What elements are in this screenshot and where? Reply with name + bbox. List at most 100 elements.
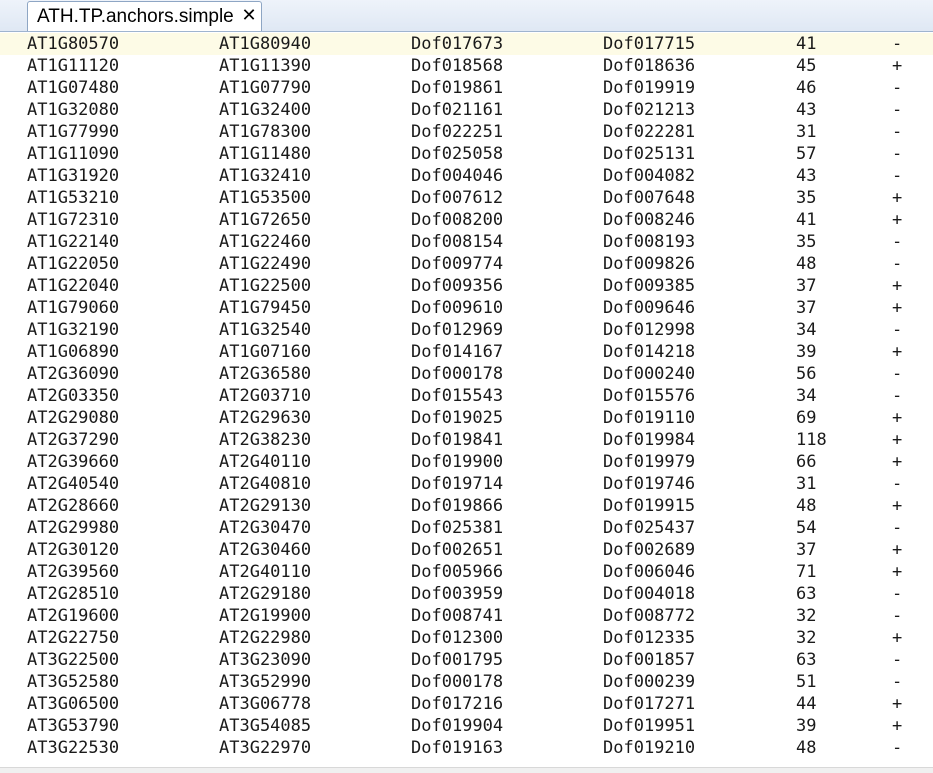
- gene-start-cell: AT2G29080: [27, 408, 120, 428]
- gene-end-cell: AT1G32410: [219, 166, 312, 186]
- anchor-start-cell: Dof021161: [411, 100, 504, 120]
- count-cell: 44: [796, 694, 817, 714]
- strand-cell: +: [892, 496, 903, 516]
- gene-end-cell: AT2G40810: [219, 474, 312, 494]
- table-row: AT2G39560 AT2G40110 Dof005966 Dof006046 71 +: [0, 561, 933, 583]
- count-cell: 66: [796, 452, 817, 472]
- anchor-start-cell: Dof019841: [411, 430, 504, 450]
- table-row: AT1G72310 AT1G72650 Dof008200 Dof008246 41 +: [0, 209, 933, 231]
- anchor-start-cell: Dof017216: [411, 694, 504, 714]
- gene-start-cell: AT1G77990: [27, 122, 120, 142]
- count-cell: 54: [796, 518, 817, 538]
- gene-end-cell: AT1G79450: [219, 298, 312, 318]
- table-row: AT1G79060 AT1G79450 Dof009610 Dof009646 37 +: [0, 297, 933, 319]
- anchor-start-cell: Dof019714: [411, 474, 504, 494]
- anchor-end-cell: Dof018636: [603, 56, 696, 76]
- count-cell: 48: [796, 254, 817, 274]
- anchor-start-cell: Dof003959: [411, 584, 504, 604]
- anchor-start-cell: Dof004046: [411, 166, 504, 186]
- anchor-start-cell: Dof009610: [411, 298, 504, 318]
- anchor-end-cell: Dof022281: [603, 122, 696, 142]
- count-cell: 34: [796, 386, 817, 406]
- anchor-start-cell: Dof014167: [411, 342, 504, 362]
- count-cell: 39: [796, 716, 817, 736]
- anchor-end-cell: Dof008193: [603, 232, 696, 252]
- count-cell: 43: [796, 100, 817, 120]
- strand-cell: -: [892, 364, 903, 384]
- count-cell: 48: [796, 496, 817, 516]
- gene-start-cell: AT2G28660: [27, 496, 120, 516]
- table-row: AT2G36090 AT2G36580 Dof000178 Dof000240 56 -: [0, 363, 933, 385]
- gene-end-cell: AT1G22490: [219, 254, 312, 274]
- gene-start-cell: AT1G22050: [27, 254, 120, 274]
- gene-start-cell: AT2G36090: [27, 364, 120, 384]
- strand-cell: -: [892, 474, 903, 494]
- anchor-start-cell: Dof012300: [411, 628, 504, 648]
- strand-cell: -: [892, 100, 903, 120]
- anchor-end-cell: Dof012998: [603, 320, 696, 340]
- gene-end-cell: AT1G32400: [219, 100, 312, 120]
- gene-end-cell: AT3G52990: [219, 672, 312, 692]
- anchor-end-cell: Dof000239: [603, 672, 696, 692]
- anchor-end-cell: Dof019110: [603, 408, 696, 428]
- table-row: AT1G32080 AT1G32400 Dof021161 Dof021213 43 -: [0, 99, 933, 121]
- table-row: AT2G03350 AT2G03710 Dof015543 Dof015576 34 -: [0, 385, 933, 407]
- gene-start-cell: AT1G72310: [27, 210, 120, 230]
- strand-cell: -: [892, 122, 903, 142]
- gene-start-cell: AT2G29980: [27, 518, 120, 538]
- strand-cell: -: [892, 650, 903, 670]
- count-cell: 31: [796, 122, 817, 142]
- anchor-end-cell: Dof009385: [603, 276, 696, 296]
- gene-start-cell: AT2G22750: [27, 628, 120, 648]
- table-row: AT3G22530 AT3G22970 Dof019163 Dof019210 48 -: [0, 737, 933, 759]
- strand-cell: +: [892, 452, 903, 472]
- anchor-start-cell: Dof012969: [411, 320, 504, 340]
- gene-start-cell: AT3G22530: [27, 738, 120, 758]
- anchor-start-cell: Dof005966: [411, 562, 504, 582]
- gene-end-cell: AT1G11480: [219, 144, 312, 164]
- count-cell: 51: [796, 672, 817, 692]
- anchor-start-cell: Dof019866: [411, 496, 504, 516]
- anchor-start-cell: Dof025058: [411, 144, 504, 164]
- table-row: AT1G11090 AT1G11480 Dof025058 Dof025131 57 -: [0, 143, 933, 165]
- gene-end-cell: AT2G30460: [219, 540, 312, 560]
- strand-cell: +: [892, 430, 903, 450]
- table-row: AT1G07480 AT1G07790 Dof019861 Dof019919 46 -: [0, 77, 933, 99]
- anchor-end-cell: Dof008246: [603, 210, 696, 230]
- anchor-start-cell: Dof000178: [411, 364, 504, 384]
- count-cell: 48: [796, 738, 817, 758]
- strand-cell: -: [892, 606, 903, 626]
- table-row: AT2G30120 AT2G30460 Dof002651 Dof002689 37 +: [0, 539, 933, 561]
- gene-end-cell: AT2G36580: [219, 364, 312, 384]
- count-cell: 34: [796, 320, 817, 340]
- table-row: AT2G29080 AT2G29630 Dof019025 Dof019110 69 +: [0, 407, 933, 429]
- anchor-start-cell: Dof015543: [411, 386, 504, 406]
- tab-file[interactable]: ATH.TP.anchors.simple ✕: [27, 1, 262, 31]
- strand-cell: -: [892, 78, 903, 98]
- anchor-end-cell: Dof000240: [603, 364, 696, 384]
- anchor-start-cell: Dof025381: [411, 518, 504, 538]
- anchor-end-cell: Dof004082: [603, 166, 696, 186]
- close-icon[interactable]: ✕: [240, 6, 258, 26]
- strand-cell: +: [892, 716, 903, 736]
- gene-start-cell: AT2G03350: [27, 386, 120, 406]
- anchor-end-cell: Dof007648: [603, 188, 696, 208]
- anchor-end-cell: Dof006046: [603, 562, 696, 582]
- strand-cell: +: [892, 562, 903, 582]
- anchor-end-cell: Dof017271: [603, 694, 696, 714]
- gene-end-cell: AT2G29630: [219, 408, 312, 428]
- table-row: AT1G77990 AT1G78300 Dof022251 Dof022281 31 -: [0, 121, 933, 143]
- anchor-start-cell: Dof017673: [411, 34, 504, 54]
- horizontal-scrollbar[interactable]: [0, 767, 933, 773]
- anchor-end-cell: Dof021213: [603, 100, 696, 120]
- table-row: AT3G06500 AT3G06778 Dof017216 Dof017271 44 +: [0, 693, 933, 715]
- strand-cell: -: [892, 518, 903, 538]
- table-row: AT2G29980 AT2G30470 Dof025381 Dof025437 54 -: [0, 517, 933, 539]
- table-row: AT3G53790 AT3G54085 Dof019904 Dof019951 39 +: [0, 715, 933, 737]
- text-editor[interactable]: AT1G80570 AT1G80940 Dof017673 Dof017715 41- A…: [0, 32, 933, 773]
- strand-cell: -: [892, 320, 903, 340]
- gene-end-cell: AT3G22970: [219, 738, 312, 758]
- anchor-end-cell: Dof009826: [603, 254, 696, 274]
- anchor-start-cell: Dof009774: [411, 254, 504, 274]
- anchor-start-cell: Dof008200: [411, 210, 504, 230]
